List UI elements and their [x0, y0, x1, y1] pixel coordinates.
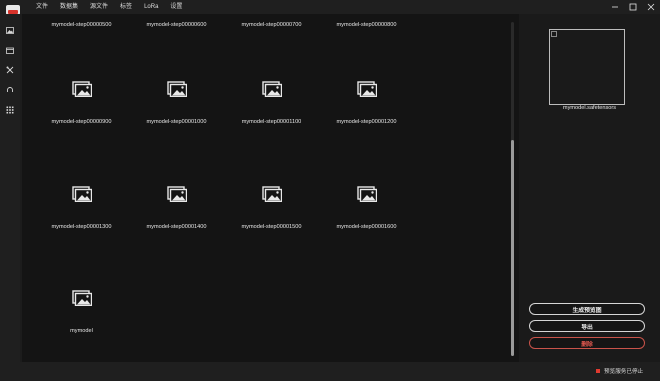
image-placeholder-icon: [71, 290, 92, 306]
model-tile-label: mymodel-step00000800: [336, 22, 397, 28]
grid-icon: [6, 106, 14, 114]
tools-icon: [6, 66, 14, 74]
menu-settings[interactable]: 设置: [164, 0, 188, 14]
grid-scrollbar[interactable]: [511, 22, 514, 356]
title-bar: 文件 数据集 源文件 标签 LoRa 设置: [0, 0, 660, 15]
sidebar-item-lora[interactable]: [0, 80, 20, 100]
model-tile[interactable]: mymodel-step00000800: [319, 14, 414, 28]
menu-lora[interactable]: LoRa: [138, 0, 164, 14]
model-tile-label: mymodel-step00000600: [146, 22, 207, 28]
model-tile-label: mymodel-step00001100: [241, 119, 302, 125]
model-tile-label: mymodel-step00000700: [241, 22, 302, 28]
preview-filename: mymodel.safetensors: [562, 105, 617, 111]
image-placeholder-icon: [261, 81, 282, 97]
model-tile-label: mymodel-step00001400: [146, 224, 207, 230]
folder-icon: [6, 47, 14, 54]
model-tile[interactable]: mymodel-step00001500: [224, 164, 319, 230]
broken-image-icon: [551, 31, 557, 37]
app-logo-icon: [6, 2, 20, 15]
generate-preview-button[interactable]: 生成预览图: [529, 303, 645, 315]
preview-image: [549, 29, 625, 105]
maximize-icon: [629, 3, 637, 11]
model-tile-label: mymodel-step00000900: [51, 119, 112, 125]
model-tile[interactable]: mymodel-step00001300: [34, 164, 129, 230]
model-tile-label: mymodel-step00001300: [51, 224, 112, 230]
model-tile-label: mymodel-step00001600: [336, 224, 397, 230]
status-indicator-icon: [596, 369, 600, 373]
model-tile[interactable]: mymodel: [34, 268, 129, 334]
sidebar-item-apps[interactable]: [0, 100, 20, 120]
model-tile[interactable]: mymodel-step00000900: [34, 59, 129, 125]
image-placeholder-icon: [356, 186, 377, 202]
headphones-icon: [7, 87, 13, 92]
model-tile[interactable]: mymodel-step00001400: [129, 164, 224, 230]
image-placeholder-icon: [261, 186, 282, 202]
image-placeholder-icon: [356, 81, 377, 97]
sidebar-item-tools[interactable]: [0, 60, 20, 80]
sidebar-item-images[interactable]: [0, 20, 20, 40]
menu-bar: 文件 数据集 源文件 标签 LoRa 设置: [30, 0, 188, 14]
model-tile[interactable]: mymodel-step00001600: [319, 164, 414, 230]
scrollbar-thumb[interactable]: [511, 140, 514, 356]
status-bar: 预览服务已停止: [0, 362, 660, 381]
close-icon: [647, 3, 655, 11]
image-placeholder-icon: [71, 81, 92, 97]
close-button[interactable]: [642, 0, 660, 14]
menu-dataset[interactable]: 数据集: [54, 0, 84, 14]
model-tile-label: mymodel-step00001500: [241, 224, 302, 230]
image-placeholder-icon: [166, 186, 187, 202]
model-tile-label: mymodel-step00001000: [146, 119, 207, 125]
model-grid: mymodel-step00000500 mymodel-step0000060…: [22, 14, 519, 362]
model-tile-label: mymodel: [70, 328, 93, 334]
model-tile[interactable]: mymodel-step00000500: [34, 14, 129, 28]
model-tile[interactable]: mymodel-step00000600: [129, 14, 224, 28]
model-tile[interactable]: mymodel-step00001200: [319, 59, 414, 125]
model-tile-label: mymodel-step00001200: [336, 119, 397, 125]
image-placeholder-icon: [71, 186, 92, 202]
preview-panel: mymodel.safetensors 生成预览图 导出 删除: [519, 14, 660, 362]
menu-source-files[interactable]: 源文件: [84, 0, 114, 14]
menu-tags[interactable]: 标签: [114, 0, 138, 14]
minimize-icon: [612, 6, 618, 8]
model-tile[interactable]: mymodel-step00000700: [224, 14, 319, 28]
delete-button[interactable]: 删除: [529, 337, 645, 349]
image-icon: [6, 26, 14, 34]
export-button[interactable]: 导出: [529, 320, 645, 332]
model-tile[interactable]: mymodel-step00001100: [224, 59, 319, 125]
status-text: 预览服务已停止: [604, 369, 644, 375]
sidebar: [0, 14, 20, 381]
window-controls: [606, 0, 660, 14]
image-placeholder-icon: [166, 81, 187, 97]
minimize-button[interactable]: [606, 0, 624, 14]
model-tile-label: mymodel-step00000500: [51, 22, 112, 28]
sidebar-item-files[interactable]: [0, 40, 20, 60]
menu-file[interactable]: 文件: [30, 0, 54, 14]
maximize-button[interactable]: [624, 0, 642, 14]
model-tile[interactable]: mymodel-step00001000: [129, 59, 224, 125]
